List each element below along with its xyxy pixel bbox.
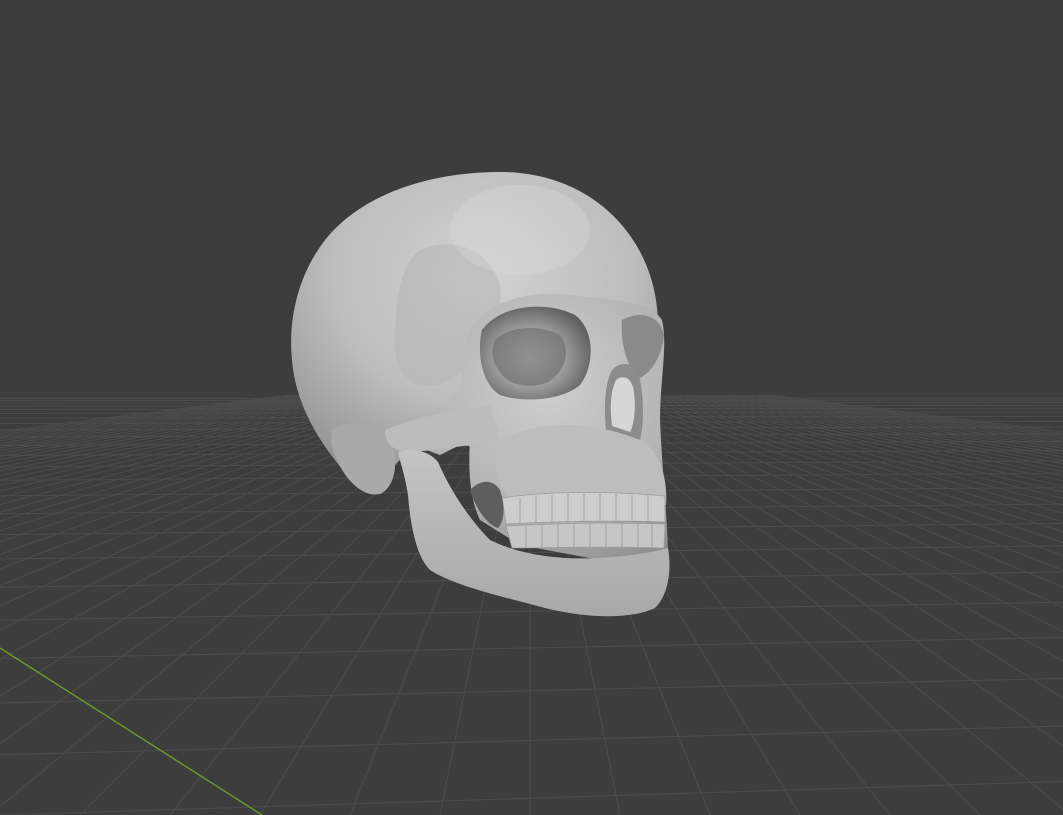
nasal-cavity-inner <box>610 377 635 432</box>
grid-line-depth <box>643 394 1063 506</box>
3d-viewport[interactable] <box>0 0 1063 815</box>
grid-line-depth <box>0 394 345 451</box>
grid-line-horizontal <box>0 780 1063 815</box>
lower-teeth <box>505 522 666 549</box>
grid-line-depth <box>0 394 291 432</box>
forehead-highlight <box>450 185 590 275</box>
grid-line-horizontal <box>0 636 1063 659</box>
grid-line-depth <box>0 394 375 468</box>
grid-line-depth <box>637 394 1063 514</box>
grid-line-depth <box>0 394 369 464</box>
grid-line-depth <box>0 394 387 476</box>
upper-teeth <box>501 491 666 525</box>
grid-line-horizontal <box>0 601 1063 621</box>
grid-line-depth <box>649 394 1063 499</box>
grid-line-horizontal <box>0 677 1063 704</box>
grid-line-depth <box>0 394 381 472</box>
grid-line-depth <box>79 394 501 815</box>
x-axis-line <box>0 647 263 815</box>
viewport-scene <box>0 172 1063 815</box>
skull-model[interactable] <box>291 172 670 617</box>
grid-line-horizontal <box>0 725 1063 756</box>
